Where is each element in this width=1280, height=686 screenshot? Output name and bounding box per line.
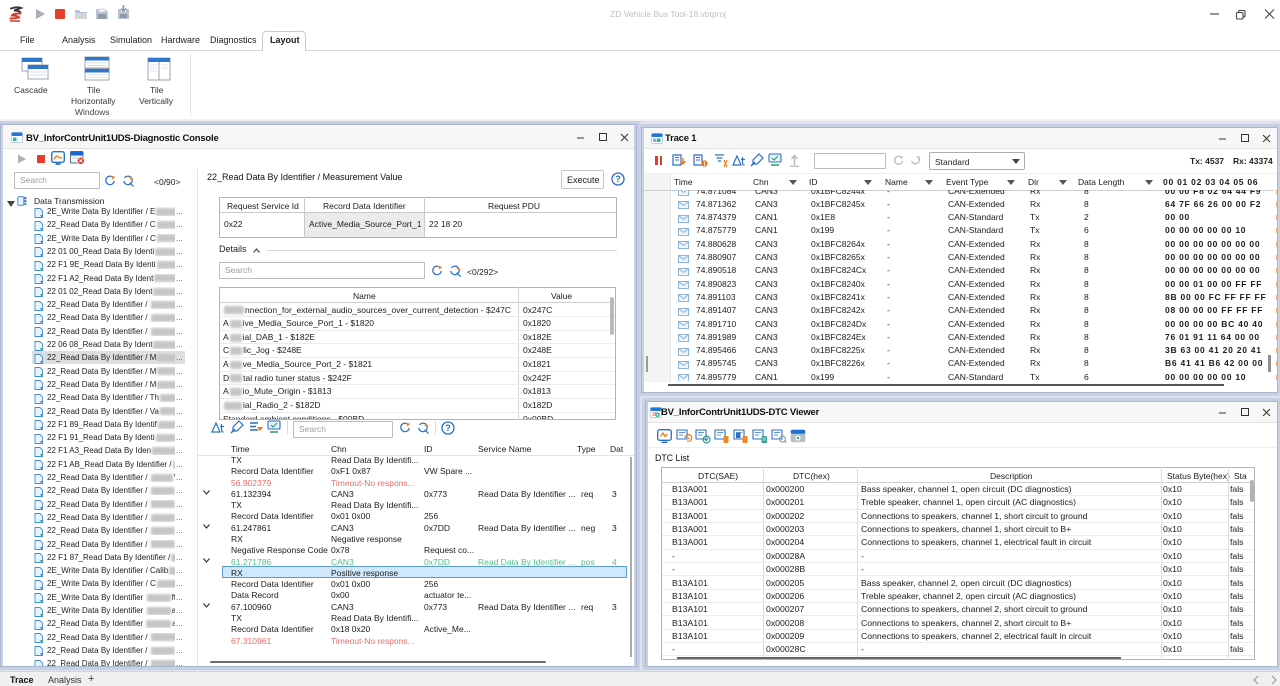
svg-text:?: ? <box>615 174 621 184</box>
svg-text:?: ? <box>445 423 451 433</box>
